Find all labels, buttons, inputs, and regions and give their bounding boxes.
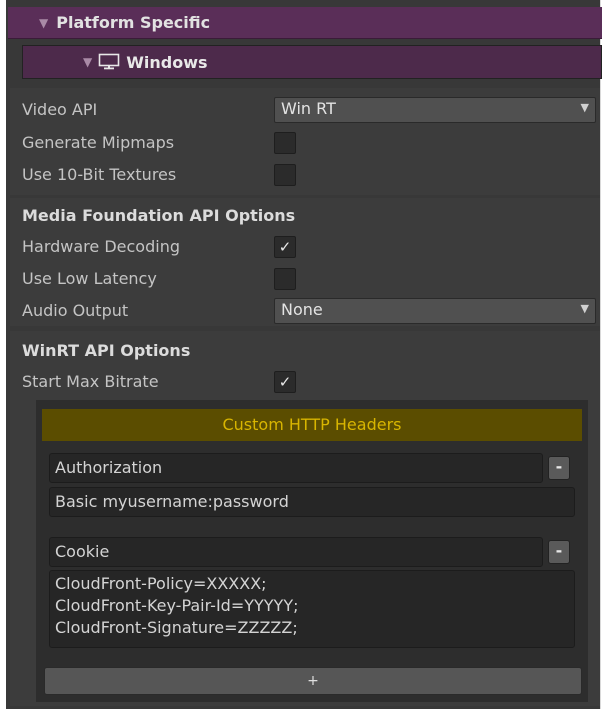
use-10bit-row: Use 10-Bit Textures: [22, 161, 582, 189]
remove-header-button[interactable]: -: [548, 456, 570, 480]
header-value-text: Basic myusername:password: [55, 492, 289, 511]
header-name-field[interactable]: Cookie: [49, 537, 543, 567]
video-api-label: Video API: [22, 100, 98, 119]
video-api-value: Win RT: [281, 99, 336, 118]
hardware-decoding-row: Hardware Decoding ✓: [22, 233, 582, 261]
audio-output-value: None: [281, 300, 323, 319]
generate-mipmaps-label: Generate Mipmaps: [22, 133, 175, 152]
custom-http-headers-title: Custom HTTP Headers: [42, 409, 582, 441]
header-name-field[interactable]: Authorization: [49, 453, 543, 483]
audio-output-dropdown[interactable]: None ▼: [274, 298, 596, 324]
hardware-decoding-label: Hardware Decoding: [22, 237, 180, 256]
audio-output-row: Audio Output None ▼: [22, 297, 596, 325]
windows-label: Windows: [126, 52, 208, 72]
header-value-field[interactable]: CloudFront-Policy=XXXXX; CloudFront-Key-…: [49, 570, 575, 648]
start-max-bitrate-row: Start Max Bitrate ✓: [22, 368, 582, 396]
platform-specific-foldout[interactable]: ▼ Platform Specific: [8, 7, 602, 39]
start-max-bitrate-label: Start Max Bitrate: [22, 372, 159, 391]
video-api-dropdown[interactable]: Win RT ▼: [274, 97, 596, 123]
remove-header-button[interactable]: -: [548, 540, 570, 564]
video-api-row: Video API Win RT ▼: [22, 96, 596, 124]
low-latency-row: Use Low Latency: [22, 265, 582, 293]
media-foundation-title: Media Foundation API Options: [22, 206, 296, 225]
header-value-field[interactable]: Basic myusername:password: [49, 487, 575, 517]
winrt-title: WinRT API Options: [22, 341, 191, 360]
header-name-text: Authorization: [55, 458, 163, 477]
use-10bit-checkbox[interactable]: [274, 164, 296, 186]
inspector-panel: ▼ Platform Specific ▼ Windows Video API …: [0, 0, 602, 709]
dropdown-arrow-icon: ▼: [580, 302, 589, 315]
dropdown-arrow-icon: ▼: [580, 101, 589, 114]
winrt-title-row: WinRT API Options: [22, 337, 582, 365]
monitor-icon: [98, 53, 120, 70]
low-latency-checkbox[interactable]: [274, 268, 296, 290]
windows-foldout[interactable]: ▼ Windows: [22, 45, 602, 79]
add-header-button[interactable]: +: [44, 667, 582, 695]
checkmark-icon: ✓: [278, 238, 292, 256]
low-latency-label: Use Low Latency: [22, 269, 157, 288]
triangle-down-icon: ▼: [83, 55, 93, 69]
triangle-down-icon: ▼: [39, 15, 49, 30]
panel-edge: [0, 0, 6, 709]
generate-mipmaps-checkbox[interactable]: [274, 132, 296, 154]
header-value-text: CloudFront-Policy=XXXXX; CloudFront-Key-…: [55, 574, 299, 637]
audio-output-label: Audio Output: [22, 301, 129, 320]
platform-specific-label: Platform Specific: [56, 13, 211, 32]
media-foundation-title-row: Media Foundation API Options: [22, 202, 582, 230]
header-name-text: Cookie: [55, 542, 110, 561]
checkmark-icon: ✓: [278, 373, 292, 391]
use-10bit-label: Use 10-Bit Textures: [22, 165, 177, 184]
hardware-decoding-checkbox[interactable]: ✓: [274, 236, 296, 258]
generate-mipmaps-row: Generate Mipmaps: [22, 129, 582, 157]
start-max-bitrate-checkbox[interactable]: ✓: [274, 371, 296, 393]
